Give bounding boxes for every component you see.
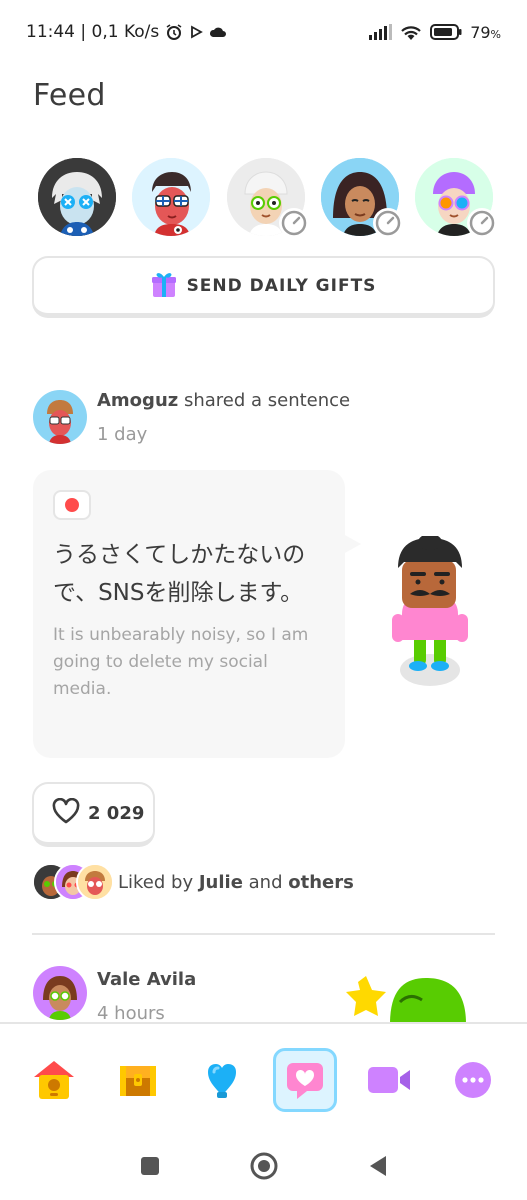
signal-icon [368,24,393,40]
shared-sentence: うるさくてしかたないので、SNSを削除します。 [53,542,306,606]
status-right: 79% [368,23,501,42]
streak-badge-icon [372,208,403,238]
heart-chat-icon [287,1063,324,1099]
system-nav-bar [0,1136,527,1200]
nav-home[interactable] [22,1048,86,1112]
nav-feed[interactable] [273,1048,338,1112]
battery-level: 79% [470,23,501,42]
friend-avatar-5[interactable] [415,158,497,238]
avatar-illustration [132,158,211,236]
nav-more[interactable] [441,1048,505,1112]
achievement-illustration [340,972,470,1024]
post-author-avatar[interactable] [33,966,87,1020]
bubble-tail [343,534,361,554]
video-camera-icon [368,1067,411,1093]
friend-avatar-3[interactable] [226,158,309,238]
avatar-illustration [33,390,87,444]
like-count: 2 029 [88,802,145,824]
back-button-icon[interactable] [367,1154,389,1182]
status-left: 11:44 | 0,1 Ko/s [26,22,227,42]
liked-by-and: and [242,871,289,893]
post-header: Amoguz shared a sentence [97,390,350,411]
sentence-translation: It is unbearably noisy, so I am going to… [53,625,309,699]
liked-by-row[interactable]: Liked by Julie and others [32,862,354,902]
post-author-name[interactable]: Vale Avila [97,969,196,990]
send-daily-gifts-label: SEND DAILY GIFTS [186,275,377,296]
liked-by-others: others [288,871,354,893]
wifi-icon [400,24,422,41]
post-author-name[interactable]: Amoguz [97,390,178,411]
avatar-illustration [33,966,87,1020]
status-time-speed: 11:44 | 0,1 Ko/s [26,22,160,42]
character-illustration [388,534,472,690]
nav-chest[interactable] [106,1048,170,1112]
post-timestamp: 1 day [97,424,148,445]
friend-avatar-1[interactable] [38,158,116,236]
shield-icon [207,1064,236,1098]
liked-by-prefix: Liked by [118,871,199,893]
like-button[interactable]: 2 029 [32,782,155,847]
cloud-icon [209,25,227,39]
home-button-icon[interactable] [249,1151,279,1185]
send-daily-gifts-button[interactable]: SEND DAILY GIFTS [32,256,495,318]
play-icon [189,25,204,39]
battery-icon [430,23,462,41]
bottom-nav [0,1022,527,1136]
streak-badge-icon [278,208,309,238]
avatar [76,863,114,901]
liked-by-avatars [32,863,116,901]
battery-percent: 79 [470,22,491,42]
audio-play-button[interactable] [53,490,91,520]
recents-button-icon[interactable] [139,1155,161,1181]
post-divider [32,933,495,935]
friends-row [38,158,497,238]
treasure-chest-icon [119,1066,156,1096]
battery-unit: % [490,27,501,41]
avatar-illustration [38,158,116,236]
post-timestamp: 4 hours [97,1003,165,1024]
friend-avatar-2[interactable] [132,158,211,236]
status-bar: 11:44 | 0,1 Ko/s 79% [0,0,527,64]
streak-badge-icon [467,208,497,238]
nav-leagues[interactable] [190,1048,254,1112]
heart-icon [52,797,80,828]
friend-avatar-4[interactable] [320,158,403,238]
sentence-bubble: うるさくてしかたないので、SNSを削除します。 It is unbearably… [33,470,345,758]
more-dots-icon [455,1062,492,1098]
post-author-avatar[interactable] [33,390,87,444]
nav-video[interactable] [357,1048,421,1112]
birdhouse-icon [33,1061,74,1099]
page-title: Feed [33,78,106,113]
audio-dot-icon [65,498,79,512]
alarm-icon [165,23,183,41]
post-action-text: shared a sentence [178,390,351,411]
liked-by-name: Julie [198,871,243,893]
liked-by-text: Liked by Julie and others [118,872,354,893]
gift-icon [151,270,177,302]
